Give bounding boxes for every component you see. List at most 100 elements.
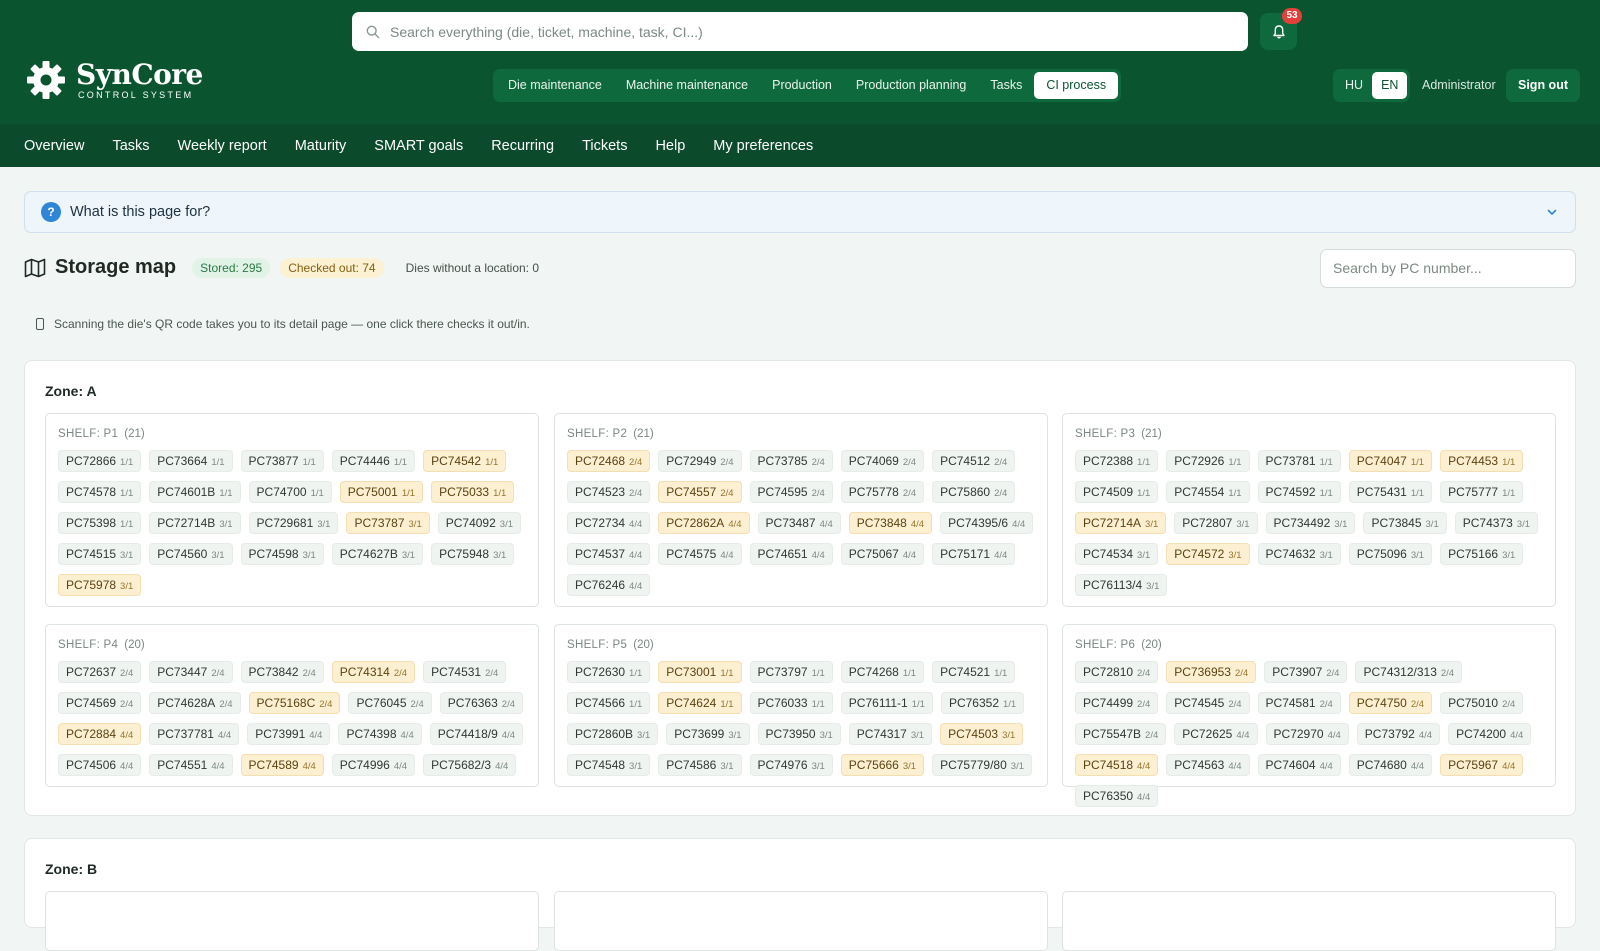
die-chip-stored[interactable]: PC75010 2/4 [1440, 692, 1524, 714]
die-chip-stored[interactable]: PC76113/4 3/1 [1075, 574, 1168, 596]
die-chip-stored[interactable]: PC75778 2/4 [840, 481, 925, 503]
die-chip-stored[interactable]: PC74515 3/1 [58, 543, 142, 565]
die-chip-stored[interactable]: PC75096 3/1 [1348, 543, 1433, 565]
die-chip-checked-out[interactable]: PC75978 3/1 [58, 574, 142, 596]
die-chip-checked-out[interactable]: PC74314 2/4 [331, 661, 416, 683]
die-chip-stored[interactable]: PC75431 1/1 [1348, 481, 1433, 503]
language-en[interactable]: EN [1372, 72, 1408, 99]
die-chip-stored[interactable]: PC72714B 3/1 [149, 512, 241, 534]
die-chip-checked-out[interactable]: PC736953 2/4 [1166, 661, 1257, 683]
module-tab-ci-process[interactable]: CI process [1034, 72, 1119, 99]
die-chip-checked-out[interactable]: PC75666 3/1 [840, 754, 925, 776]
die-chip-checked-out[interactable]: PC74453 1/1 [1440, 450, 1524, 472]
die-chip-checked-out[interactable]: PC74624 1/1 [658, 692, 742, 714]
subnav-item-my-preferences[interactable]: My preferences [699, 138, 827, 154]
die-chip-stored[interactable]: PC74418/9 4/4 [429, 723, 523, 745]
die-chip-stored[interactable]: PC72926 1/1 [1166, 450, 1250, 472]
die-chip-stored[interactable]: PC734492 3/1 [1265, 512, 1356, 534]
die-chip-stored[interactable]: PC74628A 2/4 [149, 692, 241, 714]
die-chip-checked-out[interactable]: PC72468 2/4 [567, 450, 651, 472]
die-chip-stored[interactable]: PC73797 1/1 [749, 661, 833, 683]
die-chip-stored[interactable]: PC74996 4/4 [331, 754, 416, 776]
die-chip-stored[interactable]: PC74601B 1/1 [149, 481, 241, 503]
die-chip-stored[interactable]: PC72630 1/1 [567, 661, 651, 683]
module-tab-tasks[interactable]: Tasks [978, 72, 1034, 99]
die-chip-stored[interactable]: PC74200 4/4 [1448, 723, 1532, 745]
die-chip-stored[interactable]: PC72970 4/4 [1265, 723, 1349, 745]
die-chip-stored[interactable]: PC73699 3/1 [666, 723, 750, 745]
die-chip-stored[interactable]: PC74512 2/4 [932, 450, 1016, 472]
die-chip-stored[interactable]: PC74534 3/1 [1075, 543, 1159, 565]
die-chip-stored[interactable]: PC72807 3/1 [1174, 512, 1258, 534]
die-chip-stored[interactable]: PC74651 4/4 [749, 543, 833, 565]
die-chip-stored[interactable]: PC74627B 3/1 [331, 543, 424, 565]
die-chip-checked-out[interactable]: PC75967 4/4 [1440, 754, 1524, 776]
die-chip-stored[interactable]: PC76350 4/4 [1075, 785, 1159, 807]
die-chip-stored[interactable]: PC74598 3/1 [240, 543, 324, 565]
die-chip-stored[interactable]: PC75860 2/4 [932, 481, 1016, 503]
app-logo[interactable]: SynCore CONTROL SYSTEM [26, 60, 203, 100]
subnav-item-overview[interactable]: Overview [10, 138, 98, 154]
language-hu[interactable]: HU [1336, 72, 1372, 99]
module-tab-machine-maintenance[interactable]: Machine maintenance [614, 72, 760, 99]
die-chip-stored[interactable]: PC73877 1/1 [240, 450, 324, 472]
die-chip-stored[interactable]: PC737781 4/4 [149, 723, 240, 745]
die-chip-stored[interactable]: PC75682/3 4/4 [423, 754, 517, 776]
die-chip-checked-out[interactable]: PC74542 1/1 [423, 450, 507, 472]
subnav-item-smart-goals[interactable]: SMART goals [360, 138, 477, 154]
die-chip-stored[interactable]: PC74373 3/1 [1454, 512, 1538, 534]
die-chip-checked-out[interactable]: PC75001 1/1 [339, 481, 424, 503]
die-chip-checked-out[interactable]: PC74518 4/4 [1075, 754, 1159, 776]
die-chip-stored[interactable]: PC74604 4/4 [1257, 754, 1341, 776]
die-chip-checked-out[interactable]: PC73848 4/4 [848, 512, 933, 534]
die-chip-stored[interactable]: PC76363 2/4 [439, 692, 523, 714]
die-chip-stored[interactable]: PC74312/313 2/4 [1355, 661, 1463, 683]
die-chip-stored[interactable]: PC74700 1/1 [248, 481, 332, 503]
die-chip-stored[interactable]: PC74554 1/1 [1166, 481, 1250, 503]
die-chip-stored[interactable]: PC73907 2/4 [1264, 661, 1348, 683]
die-chip-stored[interactable]: PC74551 4/4 [149, 754, 233, 776]
die-chip-stored[interactable]: PC74545 2/4 [1166, 692, 1250, 714]
die-chip-stored[interactable]: PC72860B 3/1 [567, 723, 659, 745]
sign-out-button[interactable]: Sign out [1506, 69, 1580, 102]
die-chip-stored[interactable]: PC74680 4/4 [1348, 754, 1433, 776]
die-chip-stored[interactable]: PC74523 2/4 [567, 481, 651, 503]
die-chip-stored[interactable]: PC74499 2/4 [1075, 692, 1159, 714]
die-chip-stored[interactable]: PC76246 4/4 [567, 574, 651, 596]
subnav-item-tickets[interactable]: Tickets [568, 138, 641, 154]
die-chip-stored[interactable]: PC74537 4/4 [567, 543, 651, 565]
die-chip-stored[interactable]: PC74506 4/4 [58, 754, 142, 776]
die-chip-checked-out[interactable]: PC74750 2/4 [1348, 692, 1433, 714]
die-chip-checked-out[interactable]: PC75033 1/1 [431, 481, 515, 503]
die-chip-stored[interactable]: PC72388 1/1 [1075, 450, 1159, 472]
die-chip-stored[interactable]: PC73845 3/1 [1363, 512, 1447, 534]
page-help-toggle[interactable]: ? What is this page for? [24, 191, 1576, 233]
subnav-item-maturity[interactable]: Maturity [281, 138, 361, 154]
die-chip-stored[interactable]: PC75171 4/4 [932, 543, 1016, 565]
die-chip-stored[interactable]: PC74569 2/4 [58, 692, 142, 714]
die-chip-stored[interactable]: PC73991 4/4 [247, 723, 331, 745]
die-chip-stored[interactable]: PC75547B 2/4 [1075, 723, 1167, 745]
global-search-input[interactable]: Search everything (die, ticket, machine,… [352, 12, 1248, 51]
die-chip-stored[interactable]: PC73447 2/4 [149, 661, 233, 683]
die-chip-stored[interactable]: PC74586 3/1 [658, 754, 742, 776]
die-chip-stored[interactable]: PC75948 3/1 [431, 543, 515, 565]
die-chip-stored[interactable]: PC75067 4/4 [840, 543, 925, 565]
die-chip-checked-out[interactable]: PC73001 1/1 [658, 661, 742, 683]
die-chip-stored[interactable]: PC72949 2/4 [658, 450, 742, 472]
die-chip-stored[interactable]: PC74976 3/1 [749, 754, 833, 776]
die-chip-stored[interactable]: PC74563 4/4 [1166, 754, 1250, 776]
die-chip-stored[interactable]: PC74592 1/1 [1257, 481, 1341, 503]
die-chip-checked-out[interactable]: PC74572 3/1 [1166, 543, 1250, 565]
die-chip-stored[interactable]: PC72625 4/4 [1174, 723, 1258, 745]
die-chip-stored[interactable]: PC74521 1/1 [932, 661, 1016, 683]
die-chip-stored[interactable]: PC73781 1/1 [1257, 450, 1341, 472]
die-chip-stored[interactable]: PC73792 4/4 [1356, 723, 1441, 745]
die-chip-stored[interactable]: PC74632 3/1 [1257, 543, 1341, 565]
die-chip-stored[interactable]: PC74560 3/1 [149, 543, 233, 565]
subnav-item-tasks[interactable]: Tasks [98, 138, 163, 154]
die-chip-stored[interactable]: PC74548 3/1 [567, 754, 651, 776]
module-tab-die-maintenance[interactable]: Die maintenance [496, 72, 614, 99]
die-chip-stored[interactable]: PC74268 1/1 [840, 661, 925, 683]
die-chip-stored[interactable]: PC72734 4/4 [567, 512, 651, 534]
